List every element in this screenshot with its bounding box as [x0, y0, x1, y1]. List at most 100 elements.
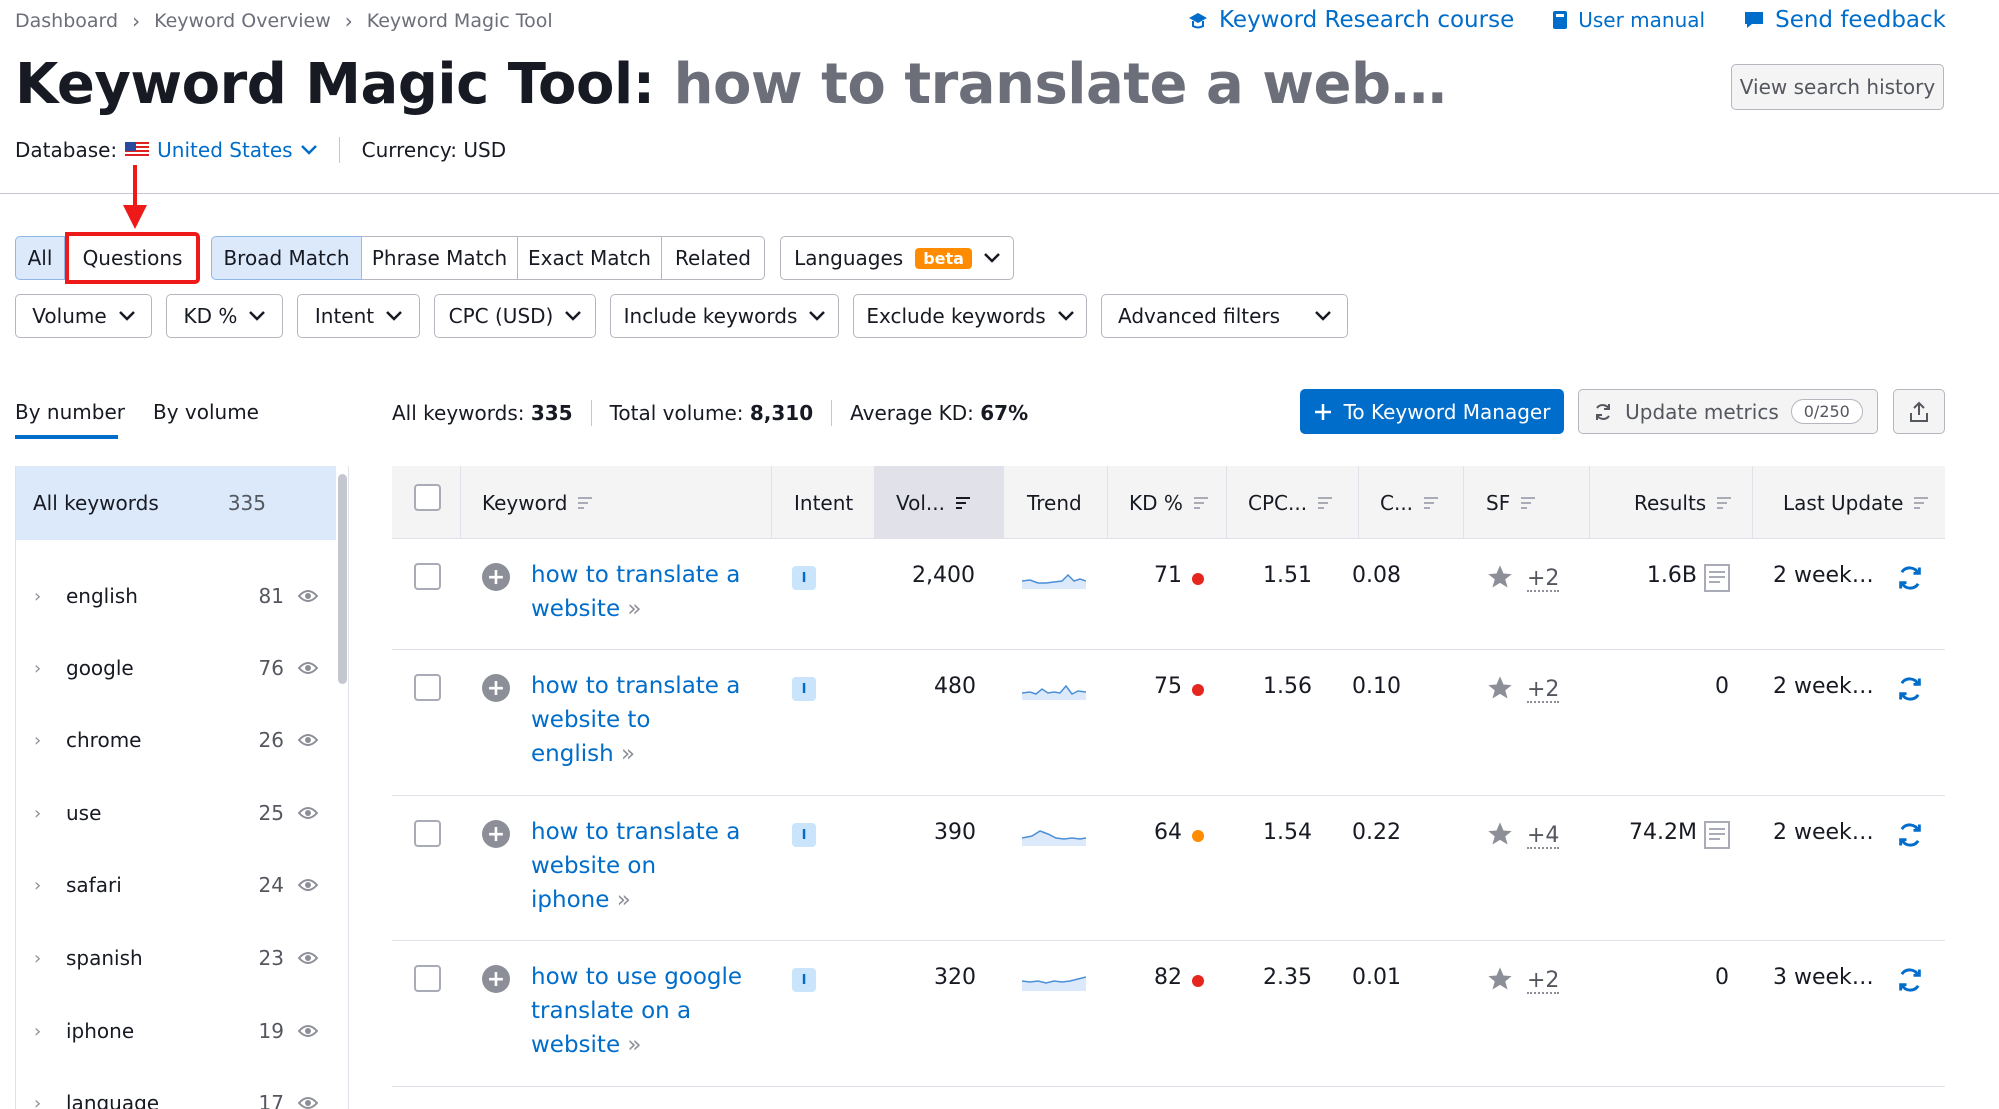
kd-filter[interactable]: KD % [166, 294, 283, 338]
col-competition[interactable]: C... [1380, 466, 1439, 539]
chevron-right-icon[interactable]: › [34, 875, 52, 896]
sort-icon[interactable] [577, 496, 593, 510]
sidebar-item[interactable]: › chrome 26 [16, 720, 336, 760]
col-results[interactable]: Results [1634, 466, 1732, 539]
col-keyword[interactable]: Keyword [482, 466, 593, 539]
cpc-value: 1.54 [1263, 820, 1312, 845]
keyword-link[interactable]: how to translate a website to english » [531, 669, 761, 771]
col-serp-features[interactable]: SF [1486, 466, 1536, 539]
col-cpc[interactable]: CPC... [1248, 466, 1333, 539]
tab-exact-match[interactable]: Exact Match [517, 236, 662, 280]
eye-icon[interactable] [298, 806, 318, 820]
eye-icon[interactable] [298, 1024, 318, 1038]
double-chevron-icon[interactable]: » [627, 1032, 641, 1058]
sidebar-item-all-keywords[interactable]: All keywords 335 [16, 466, 336, 540]
keyword-link[interactable]: how to translate a website » [531, 558, 761, 626]
sort-icon[interactable] [1913, 496, 1929, 510]
eye-icon[interactable] [298, 661, 318, 675]
sidebar-item[interactable]: › iphone 19 [16, 1011, 336, 1051]
chevron-right-icon[interactable]: › [34, 586, 52, 607]
eye-icon[interactable] [298, 733, 318, 747]
sf-more-link[interactable]: +2 [1527, 568, 1560, 592]
chevron-right-icon[interactable]: › [34, 730, 52, 751]
sf-more-link[interactable]: +4 [1527, 825, 1560, 849]
volume-value: 2,400 [912, 563, 975, 588]
col-trend[interactable]: Trend [1027, 466, 1082, 539]
sidebar-item[interactable]: › language 17 [16, 1083, 336, 1109]
sort-icon[interactable] [1716, 496, 1732, 510]
breadcrumb-dashboard[interactable]: Dashboard [15, 10, 118, 32]
sidebar-item[interactable]: › spanish 23 [16, 938, 336, 978]
col-volume[interactable]: Vol... [896, 466, 971, 539]
row-checkbox[interactable] [414, 965, 441, 992]
tab-related[interactable]: Related [661, 236, 765, 280]
tab-questions[interactable]: Questions [65, 232, 200, 284]
refresh-icon[interactable] [1896, 966, 1924, 994]
serp-snapshot-icon[interactable] [1704, 821, 1730, 849]
col-intent[interactable]: Intent [794, 466, 853, 539]
row-checkbox[interactable] [414, 820, 441, 847]
select-all-checkbox[interactable] [414, 484, 441, 511]
chevron-right-icon[interactable]: › [34, 803, 52, 824]
keyword-research-course-link[interactable]: Keyword Research course [1187, 7, 1514, 33]
eye-icon[interactable] [298, 951, 318, 965]
add-keyword-icon[interactable]: + [482, 674, 510, 702]
row-checkbox[interactable] [414, 563, 441, 590]
tab-by-number[interactable]: By number [15, 400, 125, 424]
add-keyword-icon[interactable]: + [482, 820, 510, 848]
tab-broad-match[interactable]: Broad Match [211, 236, 362, 280]
sidebar-scrollbar[interactable] [338, 474, 347, 684]
tab-by-volume[interactable]: By volume [153, 400, 259, 424]
volume-filter[interactable]: Volume [15, 294, 152, 338]
sort-icon[interactable] [1193, 496, 1209, 510]
add-keyword-icon[interactable]: + [482, 965, 510, 993]
user-manual-link[interactable]: User manual [1552, 8, 1705, 32]
chevron-right-icon[interactable]: › [34, 658, 52, 679]
tab-phrase-match[interactable]: Phrase Match [361, 236, 518, 280]
sf-more-link[interactable]: +2 [1527, 970, 1560, 994]
to-keyword-manager-button[interactable]: To Keyword Manager [1300, 389, 1564, 434]
sort-icon[interactable] [1317, 496, 1333, 510]
col-last-update[interactable]: Last Update [1783, 466, 1929, 539]
double-chevron-icon[interactable]: » [621, 741, 635, 767]
keyword-link[interactable]: how to use google translate on a website… [531, 960, 761, 1062]
intent-filter[interactable]: Intent [297, 294, 420, 338]
sort-icon[interactable] [1520, 496, 1536, 510]
sf-more-link[interactable]: +2 [1527, 679, 1560, 703]
eye-icon[interactable] [298, 878, 318, 892]
include-keywords-filter[interactable]: Include keywords [610, 294, 839, 338]
sidebar-item[interactable]: › english 81 [16, 576, 336, 616]
tab-all[interactable]: All [15, 236, 65, 280]
send-feedback-link[interactable]: Send feedback [1743, 7, 1946, 33]
languages-dropdown[interactable]: Languages beta [780, 236, 1014, 280]
sort-icon[interactable] [1423, 496, 1439, 510]
col-kd[interactable]: KD % [1129, 466, 1209, 539]
chevron-down-icon[interactable] [300, 145, 317, 155]
double-chevron-icon[interactable]: » [627, 596, 641, 622]
sidebar-item[interactable]: › google 76 [16, 648, 336, 688]
chevron-right-icon[interactable]: › [34, 1021, 52, 1042]
sort-descending-icon[interactable] [955, 496, 971, 510]
eye-icon[interactable] [298, 589, 318, 603]
cpc-filter[interactable]: CPC (USD) [434, 294, 596, 338]
view-search-history-button[interactable]: View search history [1731, 64, 1944, 110]
refresh-icon[interactable] [1896, 564, 1924, 592]
eye-icon[interactable] [298, 1096, 318, 1109]
export-button[interactable] [1893, 389, 1945, 434]
breadcrumb-keyword-overview[interactable]: Keyword Overview [154, 10, 331, 32]
serp-snapshot-icon[interactable] [1704, 564, 1730, 592]
chevron-right-icon[interactable]: › [34, 1093, 52, 1109]
row-checkbox[interactable] [414, 674, 441, 701]
update-metrics-button[interactable]: Update metrics 0/250 [1578, 389, 1878, 434]
sidebar-item[interactable]: › safari 24 [16, 865, 336, 905]
advanced-filters[interactable]: Advanced filters [1101, 294, 1348, 338]
refresh-icon[interactable] [1896, 675, 1924, 703]
database-country-select[interactable]: United States [157, 138, 292, 162]
refresh-icon[interactable] [1896, 821, 1924, 849]
double-chevron-icon[interactable]: » [617, 887, 631, 913]
sidebar-item[interactable]: › use 25 [16, 793, 336, 833]
exclude-keywords-filter[interactable]: Exclude keywords [853, 294, 1087, 338]
keyword-link[interactable]: how to translate a website on iphone » [531, 815, 761, 917]
add-keyword-icon[interactable]: + [482, 563, 510, 591]
chevron-right-icon[interactable]: › [34, 948, 52, 969]
